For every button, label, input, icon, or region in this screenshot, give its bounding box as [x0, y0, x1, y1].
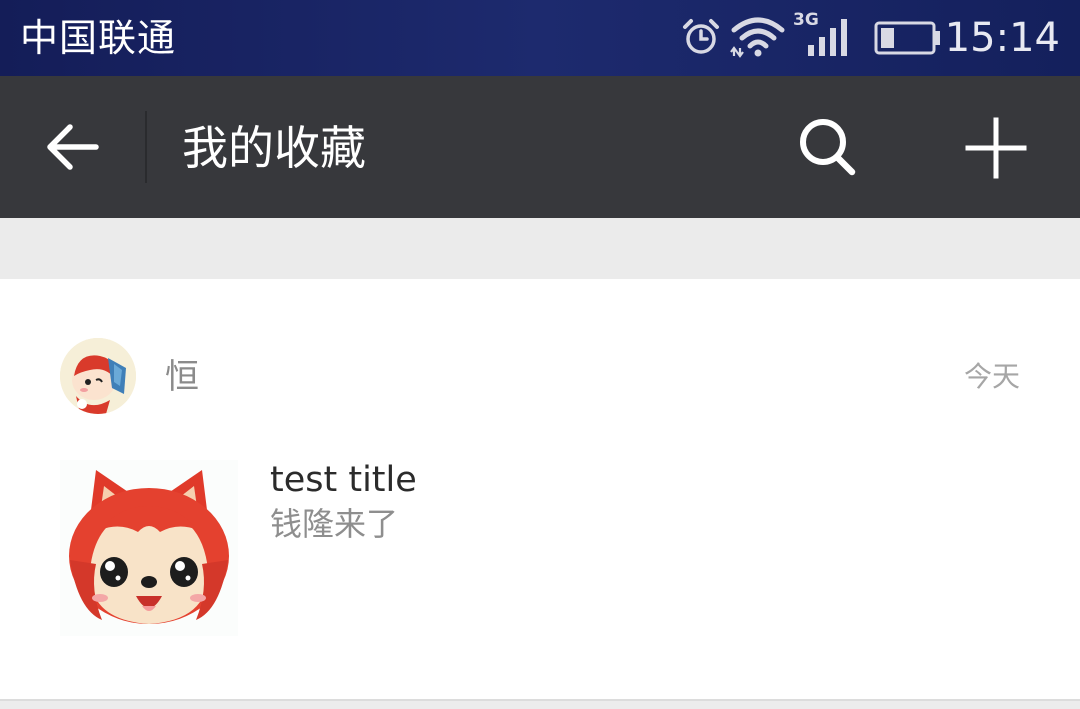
avatar[interactable]	[60, 338, 136, 414]
avatar-image	[60, 338, 136, 414]
back-button[interactable]	[28, 107, 118, 187]
toolbar-divider	[145, 111, 147, 183]
battery-icon	[874, 21, 940, 55]
list-top-spacer	[0, 218, 1080, 279]
battery-level-fill	[881, 28, 894, 48]
favorite-date: 今天	[963, 360, 1020, 393]
status-bar: 中国联通 3G 15:14	[0, 0, 1080, 76]
status-clock: 15:14	[944, 15, 1060, 61]
favorite-title: test title	[270, 460, 417, 500]
arrow-left-icon	[47, 124, 99, 170]
plus-icon	[965, 117, 1027, 179]
carrier-name: 中国联通	[20, 16, 177, 60]
search-button[interactable]	[785, 106, 869, 190]
toolbar: 我的收藏	[0, 76, 1080, 218]
page-title: 我的收藏	[182, 121, 366, 175]
add-button[interactable]	[955, 106, 1039, 190]
favorite-item[interactable]: 恒 今天 test title 钱隆来了	[0, 279, 1080, 701]
wifi-icon	[730, 17, 785, 58]
alarm-icon	[683, 19, 719, 54]
search-icon	[800, 119, 856, 176]
favorite-description: 钱隆来了	[270, 505, 399, 543]
signal-icon	[808, 19, 847, 56]
thumbnail-image[interactable]	[60, 460, 238, 636]
fox-image	[60, 460, 238, 636]
user-name: 恒	[165, 357, 199, 397]
